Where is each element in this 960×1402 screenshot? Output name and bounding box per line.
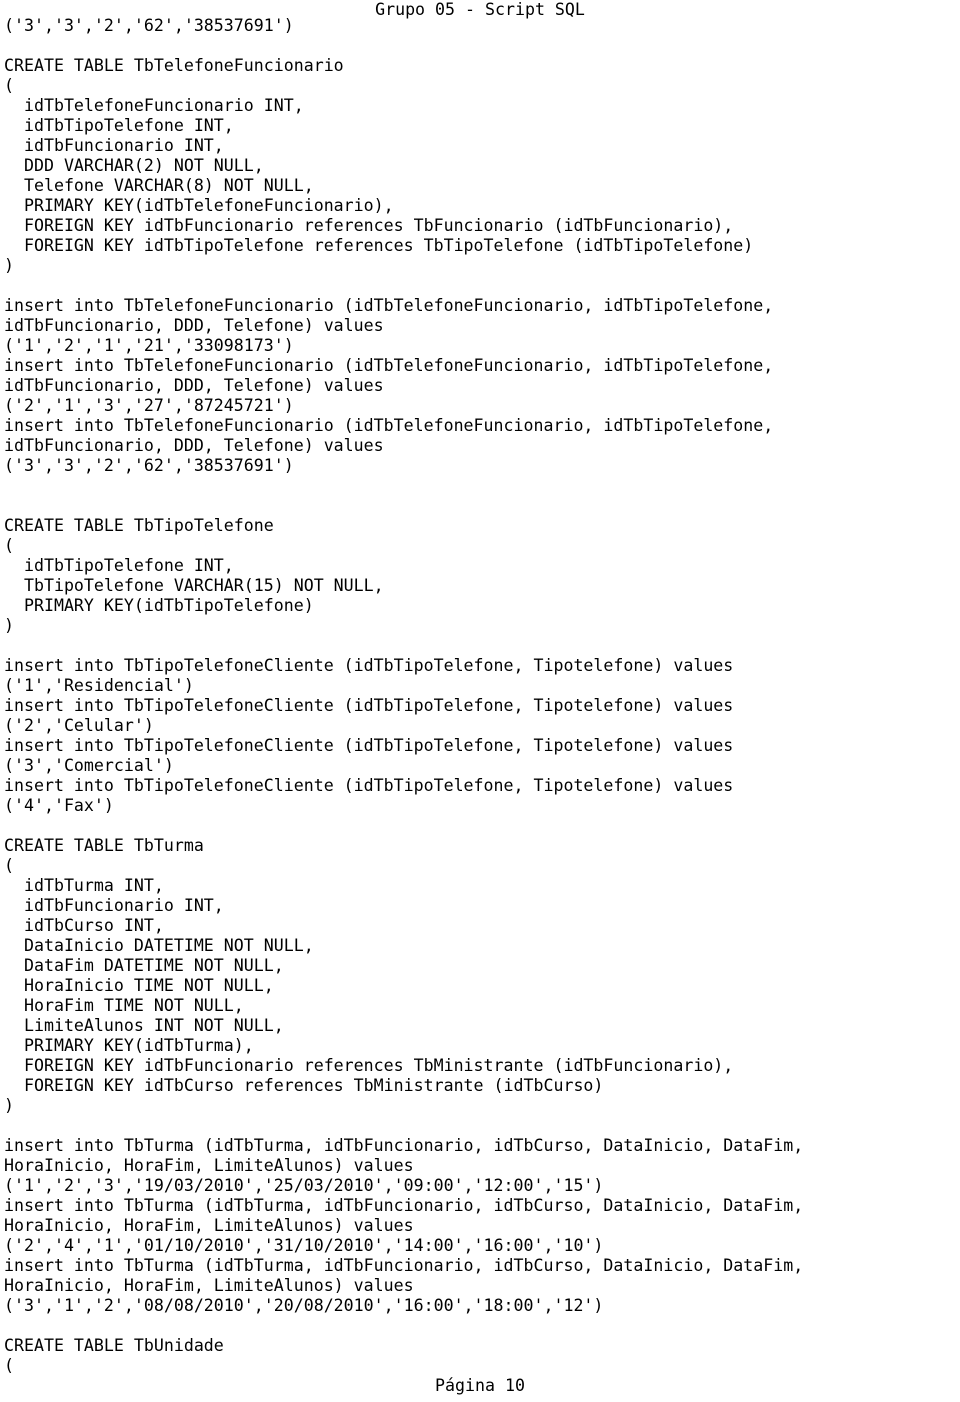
- code-line: idTbTipoTelefone INT,: [4, 116, 234, 135]
- code-line: ('3','1','2','08/08/2010','20/08/2010','…: [4, 1296, 604, 1315]
- code-line: insert into TbTelefoneFuncionario (idTbT…: [4, 356, 774, 375]
- page-number-footer: Página 10: [435, 1376, 525, 1395]
- code-line: idTbTipoTelefone INT,: [4, 556, 234, 575]
- code-line: insert into TbTurma (idTbTurma, idTbFunc…: [4, 1256, 804, 1275]
- code-line: idTbFuncionario, DDD, Telefone) values: [4, 436, 384, 455]
- code-line: insert into TbTelefoneFuncionario (idTbT…: [4, 296, 774, 315]
- code-line: HoraFim TIME NOT NULL,: [4, 996, 244, 1015]
- code-line: idTbTurma INT,: [4, 876, 164, 895]
- code-line: idTbFuncionario INT,: [4, 896, 224, 915]
- code-line: ('1','2','3','19/03/2010','25/03/2010','…: [4, 1176, 604, 1195]
- code-line: LimiteAlunos INT NOT NULL,: [4, 1016, 284, 1035]
- code-line: insert into TbTipoTelefoneCliente (idTbT…: [4, 736, 734, 755]
- code-line: (: [4, 76, 14, 95]
- code-line: idTbTelefoneFuncionario INT,: [4, 96, 304, 115]
- code-line: ('1','Residencial'): [4, 676, 194, 695]
- code-line: idTbFuncionario INT,: [4, 136, 224, 155]
- code-line: idTbCurso INT,: [4, 916, 164, 935]
- code-line: PRIMARY KEY(idTbTelefoneFuncionario),: [4, 196, 394, 215]
- code-line: ('2','4','1','01/10/2010','31/10/2010','…: [4, 1236, 604, 1255]
- code-line: CREATE TABLE TbTipoTelefone: [4, 516, 274, 535]
- code-line: ('1','2','1','21','33098173'): [4, 336, 294, 355]
- code-line: ('3','3','2','62','38537691'): [4, 16, 294, 35]
- code-line: TbTipoTelefone VARCHAR(15) NOT NULL,: [4, 576, 384, 595]
- code-line: insert into TbTipoTelefoneCliente (idTbT…: [4, 656, 734, 675]
- code-line: PRIMARY KEY(idTbTurma),: [4, 1036, 254, 1055]
- code-line: DataFim DATETIME NOT NULL,: [4, 956, 284, 975]
- code-line: insert into TbTipoTelefoneCliente (idTbT…: [4, 776, 734, 795]
- code-line: (: [4, 1356, 14, 1375]
- code-line: FOREIGN KEY idTbTipoTelefone references …: [4, 236, 754, 255]
- code-line: CREATE TABLE TbUnidade: [4, 1336, 224, 1355]
- code-line: (: [4, 856, 14, 875]
- document-page: Grupo 05 - Script SQL ('3','3','2','62',…: [0, 0, 960, 1402]
- code-line: insert into TbTurma (idTbTurma, idTbFunc…: [4, 1136, 804, 1155]
- code-line: DDD VARCHAR(2) NOT NULL,: [4, 156, 264, 175]
- code-line: ): [4, 1096, 14, 1115]
- code-line: HoraInicio, HoraFim, LimiteAlunos) value…: [4, 1276, 414, 1295]
- code-line: FOREIGN KEY idTbCurso references TbMinis…: [4, 1076, 604, 1095]
- code-line: DataInicio DATETIME NOT NULL,: [4, 936, 314, 955]
- code-line: HoraInicio, HoraFim, LimiteAlunos) value…: [4, 1216, 414, 1235]
- code-line: insert into TbTurma (idTbTurma, idTbFunc…: [4, 1196, 804, 1215]
- code-line: ('2','Celular'): [4, 716, 154, 735]
- code-line: CREATE TABLE TbTurma: [4, 836, 204, 855]
- code-line: HoraInicio TIME NOT NULL,: [4, 976, 274, 995]
- code-line: ('3','Comercial'): [4, 756, 174, 775]
- code-line: CREATE TABLE TbTelefoneFuncionario: [4, 56, 344, 75]
- code-line: ('4','Fax'): [4, 796, 114, 815]
- code-line: idTbFuncionario, DDD, Telefone) values: [4, 316, 384, 335]
- code-line: ): [4, 616, 14, 635]
- code-line: FOREIGN KEY idTbFuncionario references T…: [4, 216, 734, 235]
- sql-script-content: ('3','3','2','62','38537691') CREATE TAB…: [4, 16, 960, 1376]
- code-line: ): [4, 256, 14, 275]
- code-line: Telefone VARCHAR(8) NOT NULL,: [4, 176, 314, 195]
- code-line: idTbFuncionario, DDD, Telefone) values: [4, 376, 384, 395]
- code-line: ('3','3','2','62','38537691'): [4, 456, 294, 475]
- code-line: insert into TbTipoTelefoneCliente (idTbT…: [4, 696, 734, 715]
- code-line: HoraInicio, HoraFim, LimiteAlunos) value…: [4, 1156, 414, 1175]
- code-line: (: [4, 536, 14, 555]
- code-line: ('2','1','3','27','87245721'): [4, 396, 294, 415]
- code-line: insert into TbTelefoneFuncionario (idTbT…: [4, 416, 774, 435]
- code-line: FOREIGN KEY idTbFuncionario references T…: [4, 1056, 734, 1075]
- code-line: PRIMARY KEY(idTbTipoTelefone): [4, 596, 314, 615]
